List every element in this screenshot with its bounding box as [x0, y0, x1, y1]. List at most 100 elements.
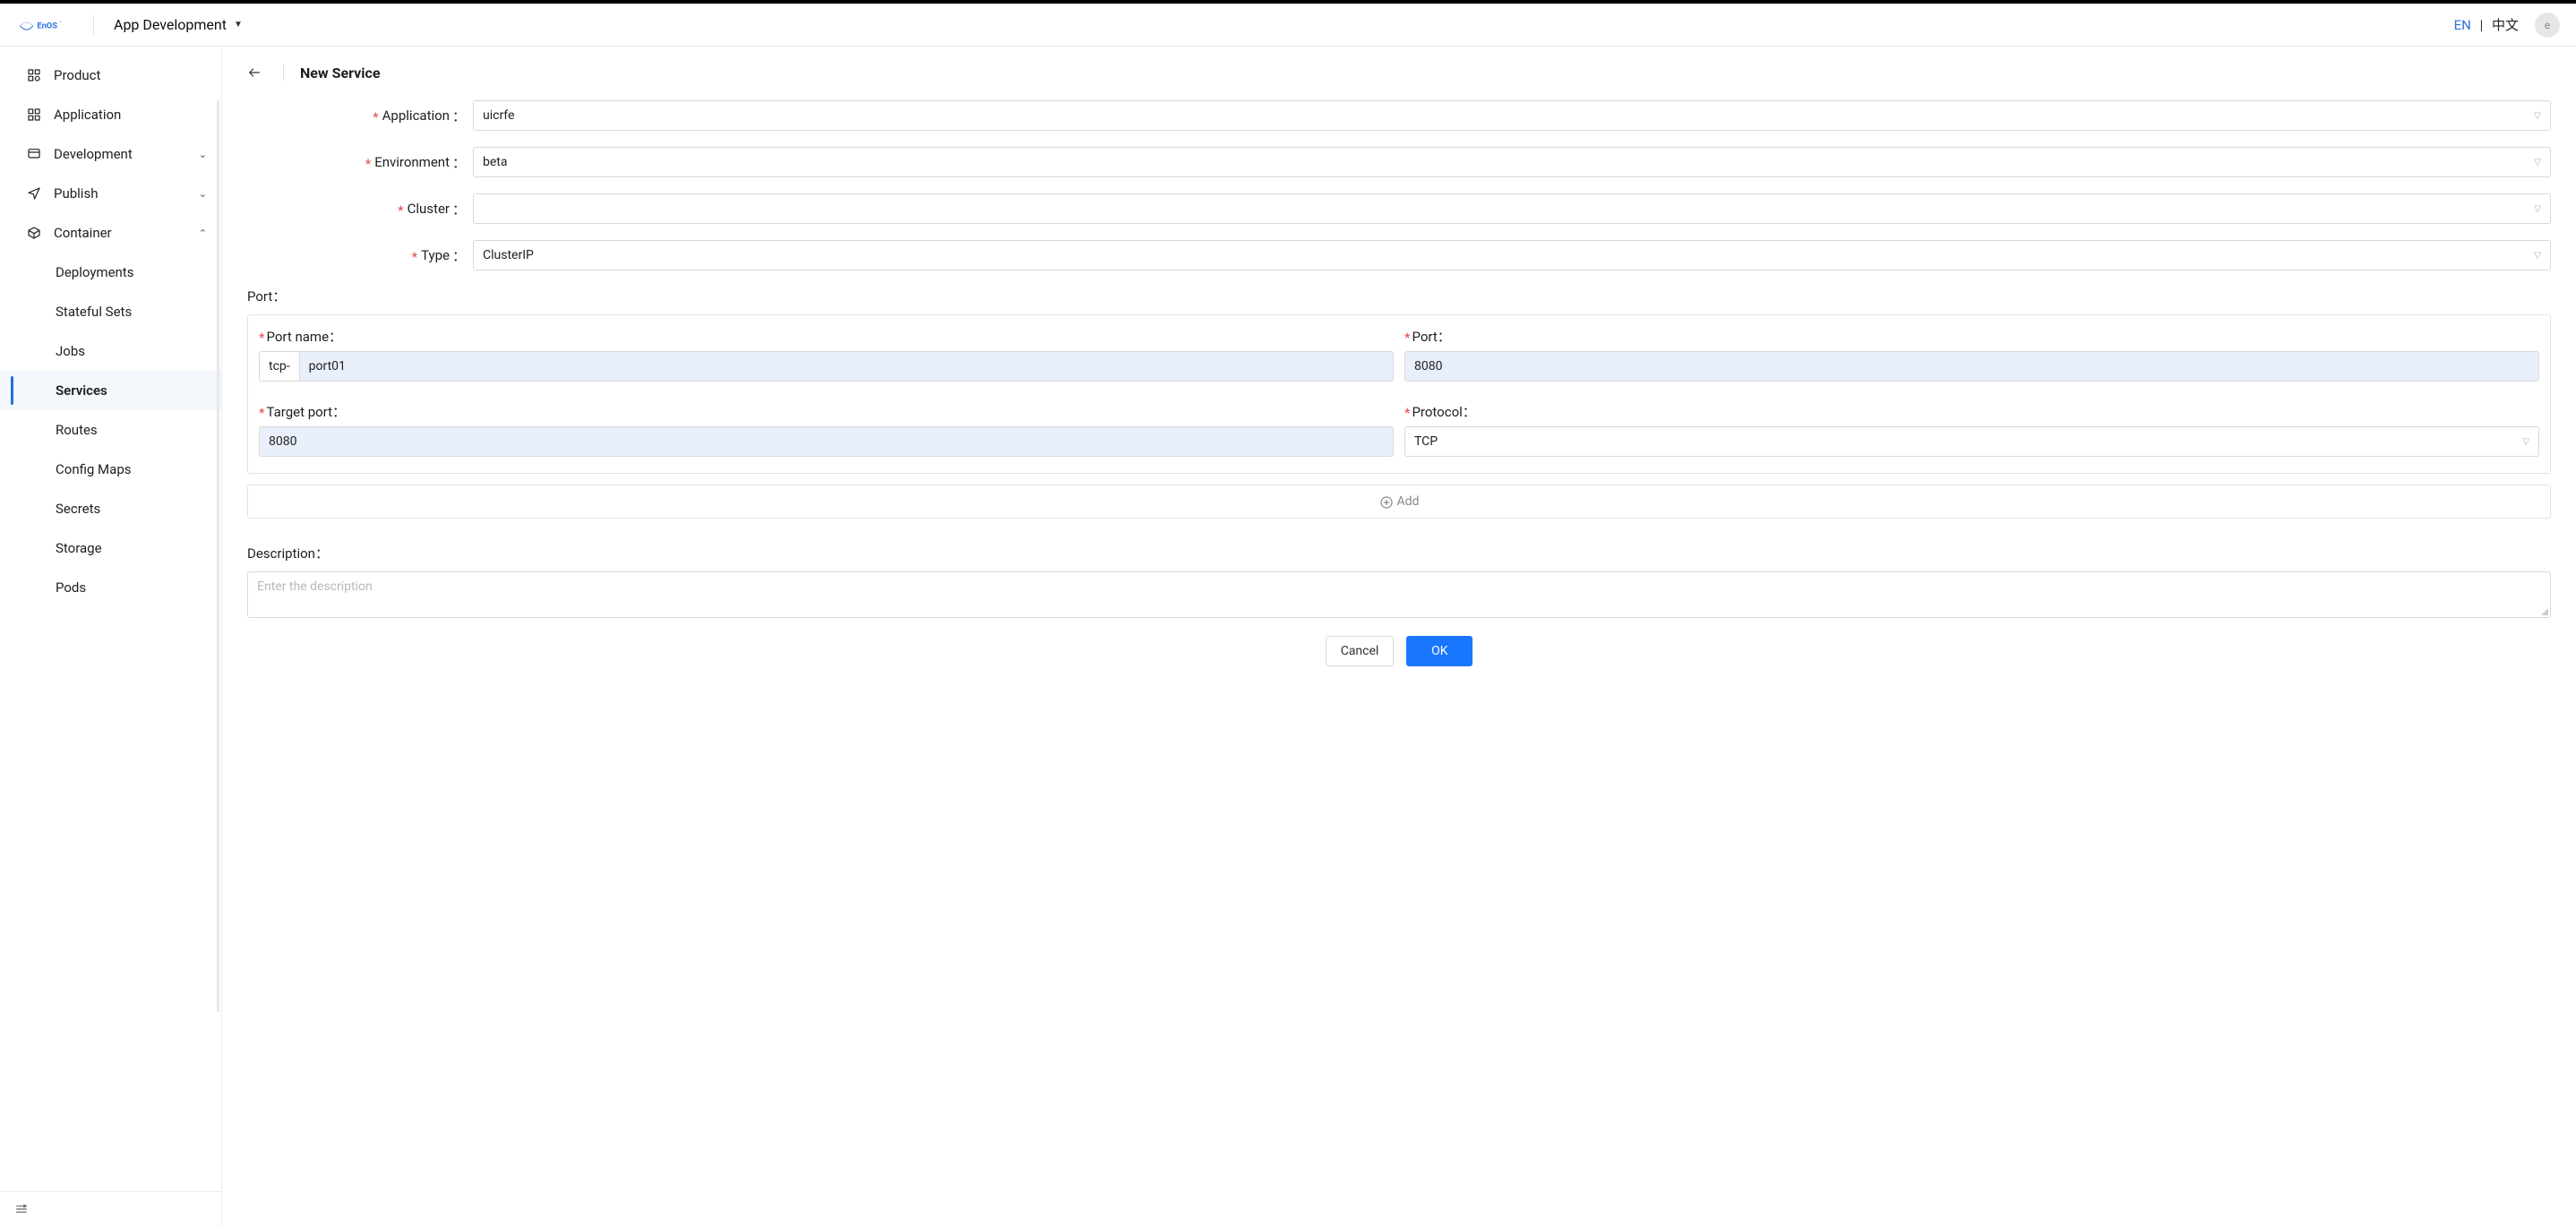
arrow-left-icon: [247, 65, 262, 80]
sidebar-item-label: Jobs: [56, 343, 85, 359]
back-button[interactable]: [247, 63, 267, 82]
form-buttons: Cancel OK: [247, 636, 2551, 666]
page-header: New Service: [222, 47, 2576, 95]
new-service-form: * Application ： uicrfe ▽ * Environment ：: [222, 95, 2576, 702]
form-row-cluster: * Cluster ： ▽: [247, 193, 2551, 224]
sidebar-item-label: Development: [54, 146, 133, 162]
required-asterisk-icon: *: [1404, 401, 1410, 421]
sidebar-item-config-maps[interactable]: Config Maps: [0, 450, 221, 489]
description-label: Description：: [247, 544, 2551, 562]
sidebar-item-product[interactable]: Product: [0, 56, 221, 95]
input-value: 8080: [1414, 359, 1442, 373]
sidebar-item-jobs[interactable]: Jobs: [0, 331, 221, 371]
label-text: Type: [421, 247, 450, 263]
type-select[interactable]: ClusterIP ▽: [473, 240, 2551, 270]
lang-cn[interactable]: 中文: [2492, 17, 2519, 33]
header-separator: [93, 15, 94, 35]
sidebar-item-label: Container: [54, 225, 112, 241]
form-row-environment: * Environment ： beta ▽: [247, 147, 2551, 177]
label-text: Application: [382, 107, 450, 124]
resize-handle-icon[interactable]: [2539, 606, 2548, 615]
required-asterisk-icon: *: [412, 245, 417, 265]
main-content[interactable]: New Service * Application ： uicrfe ▽: [222, 47, 2576, 1227]
form-row-application: * Application ： uicrfe ▽: [247, 100, 2551, 131]
required-asterisk-icon: *: [398, 199, 403, 219]
header-bar: EnOS ™ App Development ▼ EN | 中文 e: [0, 4, 2576, 47]
sidebar-item-application[interactable]: Application: [0, 95, 221, 134]
cluster-select[interactable]: ▽: [473, 193, 2551, 224]
code-icon: [27, 147, 41, 161]
sidebar-item-label: Pods: [56, 579, 86, 596]
input-value: port01: [309, 359, 346, 373]
header-right: EN | 中文 e: [2454, 13, 2560, 38]
chevron-down-icon: ▽: [2522, 437, 2529, 447]
lang-en[interactable]: EN: [2454, 17, 2471, 33]
ok-button[interactable]: OK: [1406, 636, 1473, 666]
chevron-down-icon: ▽: [2534, 251, 2541, 261]
colon: ：: [452, 107, 466, 125]
sidebar-item-services[interactable]: Services: [0, 371, 221, 410]
chevron-down-icon: ▽: [2534, 111, 2541, 121]
sidebar-item-container[interactable]: Container ⌃: [0, 213, 221, 253]
sidebar-item-secrets[interactable]: Secrets: [0, 489, 221, 528]
sidebar-item-stateful-sets[interactable]: Stateful Sets: [0, 292, 221, 331]
sidebar-item-routes[interactable]: Routes: [0, 410, 221, 450]
caret-down-icon: ▼: [234, 20, 243, 30]
add-label: Add: [1397, 494, 1420, 509]
sidebar-scroll[interactable]: Product Application Development ⌄ Pu: [0, 47, 221, 1191]
send-icon: [27, 186, 41, 201]
sidebar-item-label: Deployments: [56, 264, 133, 280]
colon: ：: [452, 246, 466, 265]
avatar[interactable]: e: [2535, 13, 2560, 38]
select-value: TCP: [1414, 434, 2522, 449]
required-asterisk-icon: *: [1404, 326, 1410, 346]
label-text: Target port：: [266, 402, 346, 421]
select-value: beta: [483, 155, 2534, 169]
protocol-field: * Protocol： TCP ▽: [1404, 401, 2539, 457]
target-port-input[interactable]: 8080: [259, 426, 1394, 457]
port-section-label: Port：: [247, 287, 2551, 305]
chevron-down-icon: ▽: [2534, 204, 2541, 214]
sidebar-collapse-icon[interactable]: [14, 1202, 30, 1218]
sidebar: Product Application Development ⌄ Pu: [0, 47, 222, 1227]
port-name-field: * Port name： tcp- port01: [259, 326, 1394, 382]
apps-icon: [27, 107, 41, 122]
required-asterisk-icon: *: [259, 326, 264, 346]
target-port-label: * Target port：: [259, 401, 1394, 421]
sidebar-item-label: Stateful Sets: [56, 304, 132, 320]
sidebar-item-development[interactable]: Development ⌄: [0, 134, 221, 174]
enos-logo-icon: EnOS ™: [16, 13, 66, 38]
sidebar-item-pods[interactable]: Pods: [0, 568, 221, 607]
breadcrumb-label: App Development: [114, 16, 227, 33]
port-name-input[interactable]: port01: [299, 351, 1394, 382]
svg-text:EnOS: EnOS: [37, 21, 57, 30]
page-title: New Service: [300, 64, 380, 82]
sidebar-item-label: Routes: [56, 422, 98, 438]
protocol-select[interactable]: TCP ▽: [1404, 426, 2539, 457]
sidebar-item-deployments[interactable]: Deployments: [0, 253, 221, 292]
sidebar-item-publish[interactable]: Publish ⌄: [0, 174, 221, 213]
chevron-up-icon: ⌃: [199, 227, 207, 239]
breadcrumb-dropdown[interactable]: App Development ▼: [114, 16, 243, 33]
protocol-label: * Protocol：: [1404, 401, 2539, 421]
body-layout: Product Application Development ⌄ Pu: [0, 47, 2576, 1227]
input-value: 8080: [269, 434, 296, 449]
application-label: * Application ：: [247, 106, 473, 125]
colon: ：: [452, 200, 466, 219]
add-port-button[interactable]: Add: [247, 485, 2551, 519]
application-select[interactable]: uicrfe ▽: [473, 100, 2551, 131]
colon: ：: [452, 153, 466, 172]
port-input[interactable]: 8080: [1404, 351, 2539, 382]
port-name-label: * Port name：: [259, 326, 1394, 346]
required-asterisk-icon: *: [365, 152, 371, 172]
button-label: OK: [1431, 644, 1447, 658]
description-textarea[interactable]: Enter the description: [247, 571, 2551, 618]
environment-select[interactable]: beta ▽: [473, 147, 2551, 177]
language-switch: EN | 中文: [2454, 15, 2519, 34]
chevron-down-icon: ⌄: [199, 188, 207, 200]
form-row-type: * Type ： ClusterIP ▽: [247, 240, 2551, 270]
sidebar-item-storage[interactable]: Storage: [0, 528, 221, 568]
brand-logo[interactable]: EnOS ™: [16, 13, 66, 38]
cancel-button[interactable]: Cancel: [1326, 636, 1395, 666]
sidebar-item-label: Config Maps: [56, 461, 131, 477]
